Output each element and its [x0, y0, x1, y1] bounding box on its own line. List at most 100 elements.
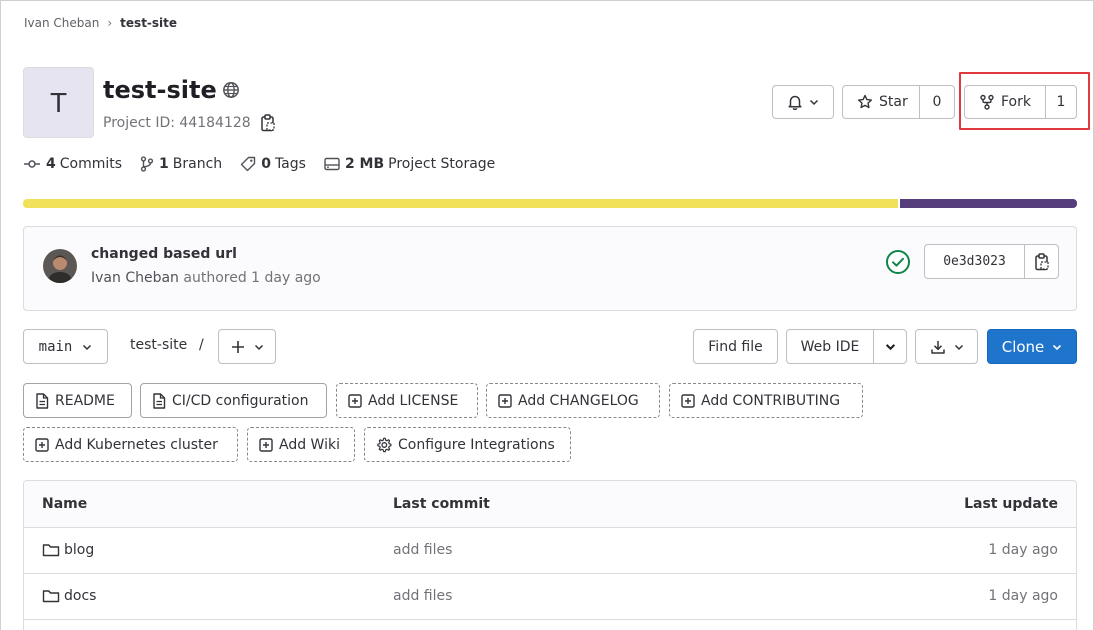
add-license-button[interactable]: Add LICENSE	[336, 383, 478, 418]
plus-square-icon	[259, 437, 273, 452]
project-title: test-site	[103, 73, 240, 107]
table-row[interactable]: blog add files 1 day ago	[24, 528, 1076, 574]
notifications-button[interactable]	[772, 85, 834, 119]
language-segment[interactable]	[897, 199, 1077, 208]
configure-integrations-button[interactable]: Configure Integrations	[364, 427, 571, 462]
project-name: test-site	[103, 76, 217, 104]
breadcrumb: Ivan Cheban › test-site	[24, 14, 177, 32]
author-avatar[interactable]	[43, 249, 77, 283]
cicd-configuration-label: CI/CD configuration	[172, 392, 309, 409]
cicd-configuration-button[interactable]: CI/CD configuration	[140, 383, 327, 418]
stat-storage-label: Project Storage	[388, 156, 496, 172]
last-update-date: 1 day ago	[988, 542, 1058, 558]
add-changelog-button[interactable]: Add CHANGELOG	[486, 383, 660, 418]
commit-title-link[interactable]: changed based url	[91, 246, 237, 262]
web-ide-button-group: Web IDE	[786, 329, 907, 364]
chevron-down-icon	[254, 342, 264, 352]
stat-branches-count: 1	[159, 156, 169, 172]
plus-square-icon	[681, 393, 695, 408]
plus-square-icon	[498, 393, 512, 408]
project-stats: 4 Commits 1 Branch 0 Tags 2 MB Project S…	[23, 153, 513, 175]
plus-icon	[231, 340, 245, 354]
column-header-last-commit: Last commit	[393, 496, 490, 512]
star-count[interactable]: 0	[920, 86, 954, 118]
breadcrumb-user-link[interactable]: Ivan Cheban	[24, 16, 99, 30]
web-ide-button[interactable]: Web IDE	[787, 330, 874, 363]
star-label: Star	[879, 94, 908, 110]
copy-sha-icon[interactable]	[1025, 245, 1058, 278]
chevron-down-icon	[954, 342, 964, 352]
gear-icon	[376, 437, 392, 453]
table-row[interactable]: docs add files 1 day ago	[24, 574, 1076, 620]
last-commit-message[interactable]: add files	[393, 588, 452, 604]
file-tree-table: Name Last commit Last update blog add fi…	[23, 480, 1077, 630]
commit-sha-link[interactable]: 0e3d3023	[925, 245, 1025, 278]
chevron-down-icon	[809, 97, 819, 107]
file-name-cell[interactable]: blog	[42, 542, 94, 558]
bell-icon	[787, 94, 803, 110]
pipeline-status-passed-icon[interactable]	[885, 249, 911, 275]
commit-authored-text: authored 1 day ago	[183, 270, 321, 286]
add-changelog-label: Add CHANGELOG	[518, 392, 639, 409]
clone-button-label: Clone	[1001, 337, 1045, 356]
file-name[interactable]: blog	[64, 542, 94, 558]
folder-icon	[42, 542, 60, 558]
add-contributing-button[interactable]: Add CONTRIBUTING	[669, 383, 863, 418]
stat-commits-label: Commits	[59, 156, 123, 172]
stat-tags-count: 0	[261, 156, 271, 172]
add-to-tree-dropdown[interactable]	[218, 329, 276, 364]
download-dropdown[interactable]	[915, 329, 978, 364]
breadcrumb-project-link[interactable]: test-site	[120, 16, 177, 30]
add-wiki-button[interactable]: Add Wiki	[247, 427, 355, 462]
page-frame: Ivan Cheban › test-site T test-site Proj…	[0, 0, 1094, 630]
commit-meta: Ivan Cheban authored 1 day ago	[91, 270, 321, 286]
star-button[interactable]: Star	[843, 86, 920, 118]
web-ide-dropdown-toggle[interactable]	[874, 330, 906, 363]
repository-language-bar[interactable]	[23, 199, 1077, 208]
document-icon	[152, 392, 166, 409]
last-update-date: 1 day ago	[988, 588, 1058, 604]
commit-author-link[interactable]: Ivan Cheban	[91, 270, 179, 286]
clone-dropdown-button[interactable]: Clone	[987, 329, 1077, 364]
stat-commits[interactable]: 4 Commits	[23, 156, 122, 172]
last-commit-panel: changed based url Ivan Cheban authored 1…	[23, 226, 1077, 311]
stat-tags-label: Tags	[274, 156, 306, 172]
language-segment[interactable]	[23, 199, 898, 208]
copy-project-id-icon[interactable]	[260, 114, 275, 132]
stat-storage-size: 2 MB	[344, 156, 385, 172]
branch-selector[interactable]: main	[23, 329, 108, 364]
add-contributing-label: Add CONTRIBUTING	[701, 392, 841, 409]
table-header-row: Name Last commit Last update	[24, 481, 1076, 528]
storage-icon	[324, 157, 345, 171]
branch-selector-label: main	[38, 338, 73, 355]
path-separator: /	[199, 337, 204, 353]
chevron-down-icon	[1052, 342, 1062, 352]
add-kubernetes-cluster-button[interactable]: Add Kubernetes cluster	[23, 427, 238, 462]
project-id: Project ID: 44184128	[103, 113, 275, 133]
commit-sha-group: 0e3d3023	[924, 244, 1059, 279]
chevron-down-icon	[82, 342, 92, 352]
download-icon	[930, 339, 946, 355]
breadcrumb-separator: ›	[107, 16, 113, 30]
star-icon	[857, 94, 873, 110]
tag-icon	[240, 156, 261, 172]
add-kubernetes-cluster-label: Add Kubernetes cluster	[55, 436, 218, 453]
find-file-button[interactable]: Find file	[693, 329, 778, 364]
globe-icon	[222, 81, 240, 99]
stat-storage[interactable]: 2 MB Project Storage	[324, 156, 495, 172]
add-wiki-label: Add Wiki	[279, 436, 340, 453]
plus-square-icon	[348, 393, 362, 408]
repository-path-link[interactable]: test-site	[130, 337, 187, 353]
project-avatar: T	[23, 67, 94, 138]
stat-branches[interactable]: 1 Branch	[140, 156, 222, 172]
branch-icon	[140, 156, 159, 172]
add-license-label: Add LICENSE	[368, 392, 459, 409]
readme-button[interactable]: README	[23, 383, 132, 418]
readme-button-label: README	[55, 392, 115, 409]
file-name-cell[interactable]: docs	[42, 588, 96, 604]
file-name[interactable]: docs	[64, 588, 96, 604]
fork-highlight-annotation	[959, 72, 1090, 130]
stat-tags[interactable]: 0 Tags	[240, 156, 306, 172]
last-commit-message[interactable]: add files	[393, 542, 452, 558]
star-button-group: Star 0	[842, 85, 955, 119]
